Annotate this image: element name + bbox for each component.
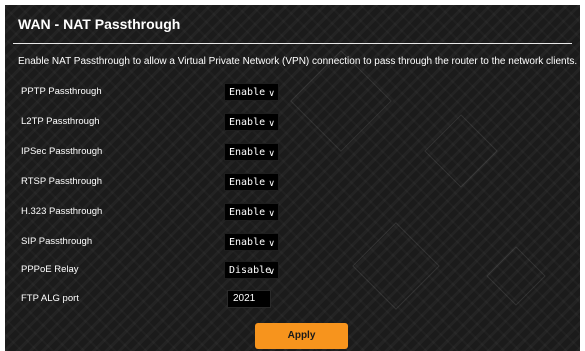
rtsp-passthrough-select[interactable]: Enable ∨ [224, 173, 279, 191]
l2tp-passthrough-value: Enable [229, 117, 266, 128]
chevron-down-icon: ∨ [268, 179, 275, 189]
page-description: Enable NAT Passthrough to allow a Virtua… [18, 56, 578, 67]
sip-passthrough-label: SIP Passthrough [21, 236, 93, 247]
ipsec-passthrough-select[interactable]: Enable ∨ [224, 143, 279, 161]
pppoe-relay-select[interactable]: Disable ∨ [224, 261, 279, 279]
ftp-alg-port-label: FTP ALG port [21, 293, 79, 304]
l2tp-passthrough-label: L2TP Passthrough [21, 116, 100, 127]
sip-passthrough-row: SIP Passthrough Enable ∨ [21, 233, 321, 253]
chevron-down-icon: ∨ [268, 267, 275, 277]
l2tp-passthrough-select[interactable]: Enable ∨ [224, 113, 279, 131]
chevron-down-icon: ∨ [268, 89, 275, 99]
pptp-passthrough-select[interactable]: Enable ∨ [224, 83, 279, 101]
ftp-alg-port-input[interactable]: 2021 [227, 290, 271, 308]
rtsp-passthrough-row: RTSP Passthrough Enable ∨ [21, 173, 321, 193]
title-divider [13, 43, 572, 44]
ipsec-passthrough-label: IPSec Passthrough [21, 146, 103, 157]
sip-passthrough-value: Enable [229, 237, 266, 248]
pppoe-relay-row: PPPoE Relay Disable ∨ [21, 261, 321, 281]
pptp-passthrough-label: PPTP Passthrough [21, 86, 102, 97]
l2tp-passthrough-row: L2TP Passthrough Enable ∨ [21, 113, 321, 133]
chevron-down-icon: ∨ [268, 239, 275, 249]
ipsec-passthrough-value: Enable [229, 147, 266, 158]
rtsp-passthrough-label: RTSP Passthrough [21, 176, 102, 187]
rtsp-passthrough-value: Enable [229, 177, 266, 188]
h323-passthrough-row: H.323 Passthrough Enable ∨ [21, 203, 321, 223]
background-decoration [352, 222, 440, 310]
sip-passthrough-select[interactable]: Enable ∨ [224, 233, 279, 251]
chevron-down-icon: ∨ [268, 209, 275, 219]
h323-passthrough-value: Enable [229, 207, 266, 218]
background-decoration [424, 114, 498, 188]
page-title: WAN - NAT Passthrough [18, 16, 181, 32]
ftp-alg-port-row: FTP ALG port 2021 [21, 290, 321, 310]
pppoe-relay-label: PPPoE Relay [21, 264, 79, 275]
nat-passthrough-panel: WAN - NAT Passthrough Enable NAT Passthr… [5, 5, 580, 351]
ipsec-passthrough-row: IPSec Passthrough Enable ∨ [21, 143, 321, 163]
pptp-passthrough-row: PPTP Passthrough Enable ∨ [21, 83, 321, 103]
h323-passthrough-label: H.323 Passthrough [21, 206, 103, 217]
background-decoration [486, 246, 546, 306]
pppoe-relay-value: Disable [229, 265, 272, 276]
apply-button[interactable]: Apply [255, 323, 348, 349]
chevron-down-icon: ∨ [268, 149, 275, 159]
h323-passthrough-select[interactable]: Enable ∨ [224, 203, 279, 221]
pptp-passthrough-value: Enable [229, 87, 266, 98]
chevron-down-icon: ∨ [268, 119, 275, 129]
